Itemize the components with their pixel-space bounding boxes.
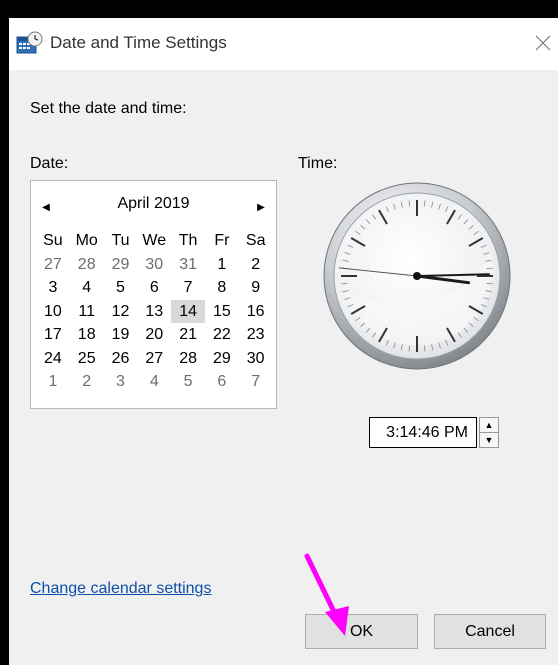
title-bar: Date and Time Settings bbox=[9, 18, 558, 70]
calendar-year: 2019 bbox=[153, 195, 190, 212]
calendar-day[interactable]: 29 bbox=[205, 347, 239, 371]
triangle-down-icon: ▼ bbox=[484, 435, 494, 445]
calendar-day[interactable]: 3 bbox=[104, 370, 138, 394]
calendar-day[interactable]: 5 bbox=[104, 276, 138, 300]
calendar-month-year[interactable]: April 2019 bbox=[31, 195, 276, 213]
cancel-button[interactable]: Cancel bbox=[434, 614, 546, 649]
calendar-day[interactable]: 31 bbox=[171, 253, 205, 277]
calendar-day[interactable]: 4 bbox=[70, 276, 104, 300]
calendar-day[interactable]: 23 bbox=[239, 323, 273, 347]
calendar-day[interactable]: 9 bbox=[239, 276, 273, 300]
calendar-day[interactable]: 11 bbox=[70, 300, 104, 324]
calendar-day[interactable]: 10 bbox=[36, 300, 70, 324]
time-input-field[interactable] bbox=[369, 417, 477, 448]
close-button[interactable] bbox=[528, 28, 558, 58]
calendar-day[interactable]: 27 bbox=[36, 253, 70, 277]
instruction-text: Set the date and time: bbox=[30, 100, 187, 117]
calendar-day[interactable]: 7 bbox=[171, 276, 205, 300]
day-of-week-header: Th bbox=[178, 232, 198, 249]
calendar-day[interactable]: 13 bbox=[137, 300, 171, 324]
next-month-button[interactable]: ▶ bbox=[252, 198, 270, 216]
day-of-week-header: Mo bbox=[75, 232, 98, 249]
day-of-week-header: Su bbox=[43, 232, 63, 249]
calendar-day[interactable]: 30 bbox=[239, 347, 273, 371]
calendar-day[interactable]: 20 bbox=[137, 323, 171, 347]
triangle-up-icon: ▲ bbox=[484, 420, 494, 430]
calendar-day[interactable]: 24 bbox=[36, 347, 70, 371]
calendar-day[interactable]: 22 bbox=[205, 323, 239, 347]
calendar-day[interactable]: 25 bbox=[70, 347, 104, 371]
calendar-day[interactable]: 15 bbox=[205, 300, 239, 324]
time-increment-button[interactable]: ▲ bbox=[480, 418, 498, 433]
calendar-day[interactable]: 8 bbox=[205, 276, 239, 300]
date-label: Date: bbox=[30, 155, 69, 172]
time-input[interactable] bbox=[370, 422, 470, 443]
calendar-day[interactable]: 6 bbox=[205, 370, 239, 394]
calendar-day[interactable]: 1 bbox=[205, 253, 239, 277]
calendar-day[interactable]: 26 bbox=[104, 347, 138, 371]
calendar-month: April bbox=[117, 195, 150, 212]
calendar-day[interactable]: 28 bbox=[70, 253, 104, 277]
calendar-day[interactable]: 17 bbox=[36, 323, 70, 347]
calendar-day[interactable]: 21 bbox=[171, 323, 205, 347]
window-title: Date and Time Settings bbox=[50, 33, 227, 52]
calendar-day[interactable]: 2 bbox=[239, 253, 273, 277]
calendar-day[interactable]: 12 bbox=[104, 300, 138, 324]
time-decrement-button[interactable]: ▼ bbox=[480, 433, 498, 447]
calendar-day[interactable]: 19 bbox=[104, 323, 138, 347]
calendar-day[interactable]: 3 bbox=[36, 276, 70, 300]
calendar-day[interactable]: 2 bbox=[70, 370, 104, 394]
calendar-clock-icon bbox=[16, 31, 44, 55]
calendar-day[interactable]: 1 bbox=[36, 370, 70, 394]
screen-frame: Date and Time Settings Set the date and … bbox=[0, 9, 558, 665]
time-spinner[interactable]: ▲ ▼ bbox=[479, 417, 499, 448]
calendar-day[interactable]: 18 bbox=[70, 323, 104, 347]
day-of-week-header: We bbox=[142, 232, 167, 249]
calendar-day[interactable]: 4 bbox=[137, 370, 171, 394]
date-time-settings-window: Date and Time Settings Set the date and … bbox=[9, 18, 558, 665]
calendar-day-selected[interactable]: 14 bbox=[171, 299, 205, 323]
day-of-week-header: Sa bbox=[245, 232, 266, 249]
change-calendar-settings-link[interactable]: Change calendar settings bbox=[30, 580, 211, 598]
annotation-arrow-icon bbox=[304, 553, 349, 636]
time-label: Time: bbox=[298, 155, 338, 172]
calendar-day[interactable]: 30 bbox=[137, 253, 171, 277]
close-icon bbox=[535, 35, 551, 51]
calendar-day[interactable]: 29 bbox=[104, 253, 138, 277]
day-of-week-header: Fr bbox=[214, 232, 230, 249]
calendar-day[interactable]: 28 bbox=[171, 347, 205, 371]
calendar-day[interactable]: 6 bbox=[137, 276, 171, 300]
clock-center-pin bbox=[413, 272, 421, 280]
calendar-day[interactable]: 5 bbox=[171, 370, 205, 394]
analog-clock bbox=[323, 182, 511, 370]
calendar-day[interactable]: 16 bbox=[239, 300, 273, 324]
day-of-week-header: Tu bbox=[111, 232, 130, 249]
calendar-day[interactable]: 7 bbox=[239, 370, 273, 394]
calendar-grid: Su Mo Tu We Th Fr Sa 27 28 29 30 31 1 2 … bbox=[36, 229, 273, 394]
triangle-right-icon: ▶ bbox=[257, 201, 265, 213]
month-calendar[interactable]: ◀ April 2019 ▶ Su Mo Tu We Th Fr Sa 27 2… bbox=[30, 180, 277, 409]
calendar-day[interactable]: 27 bbox=[137, 347, 171, 371]
